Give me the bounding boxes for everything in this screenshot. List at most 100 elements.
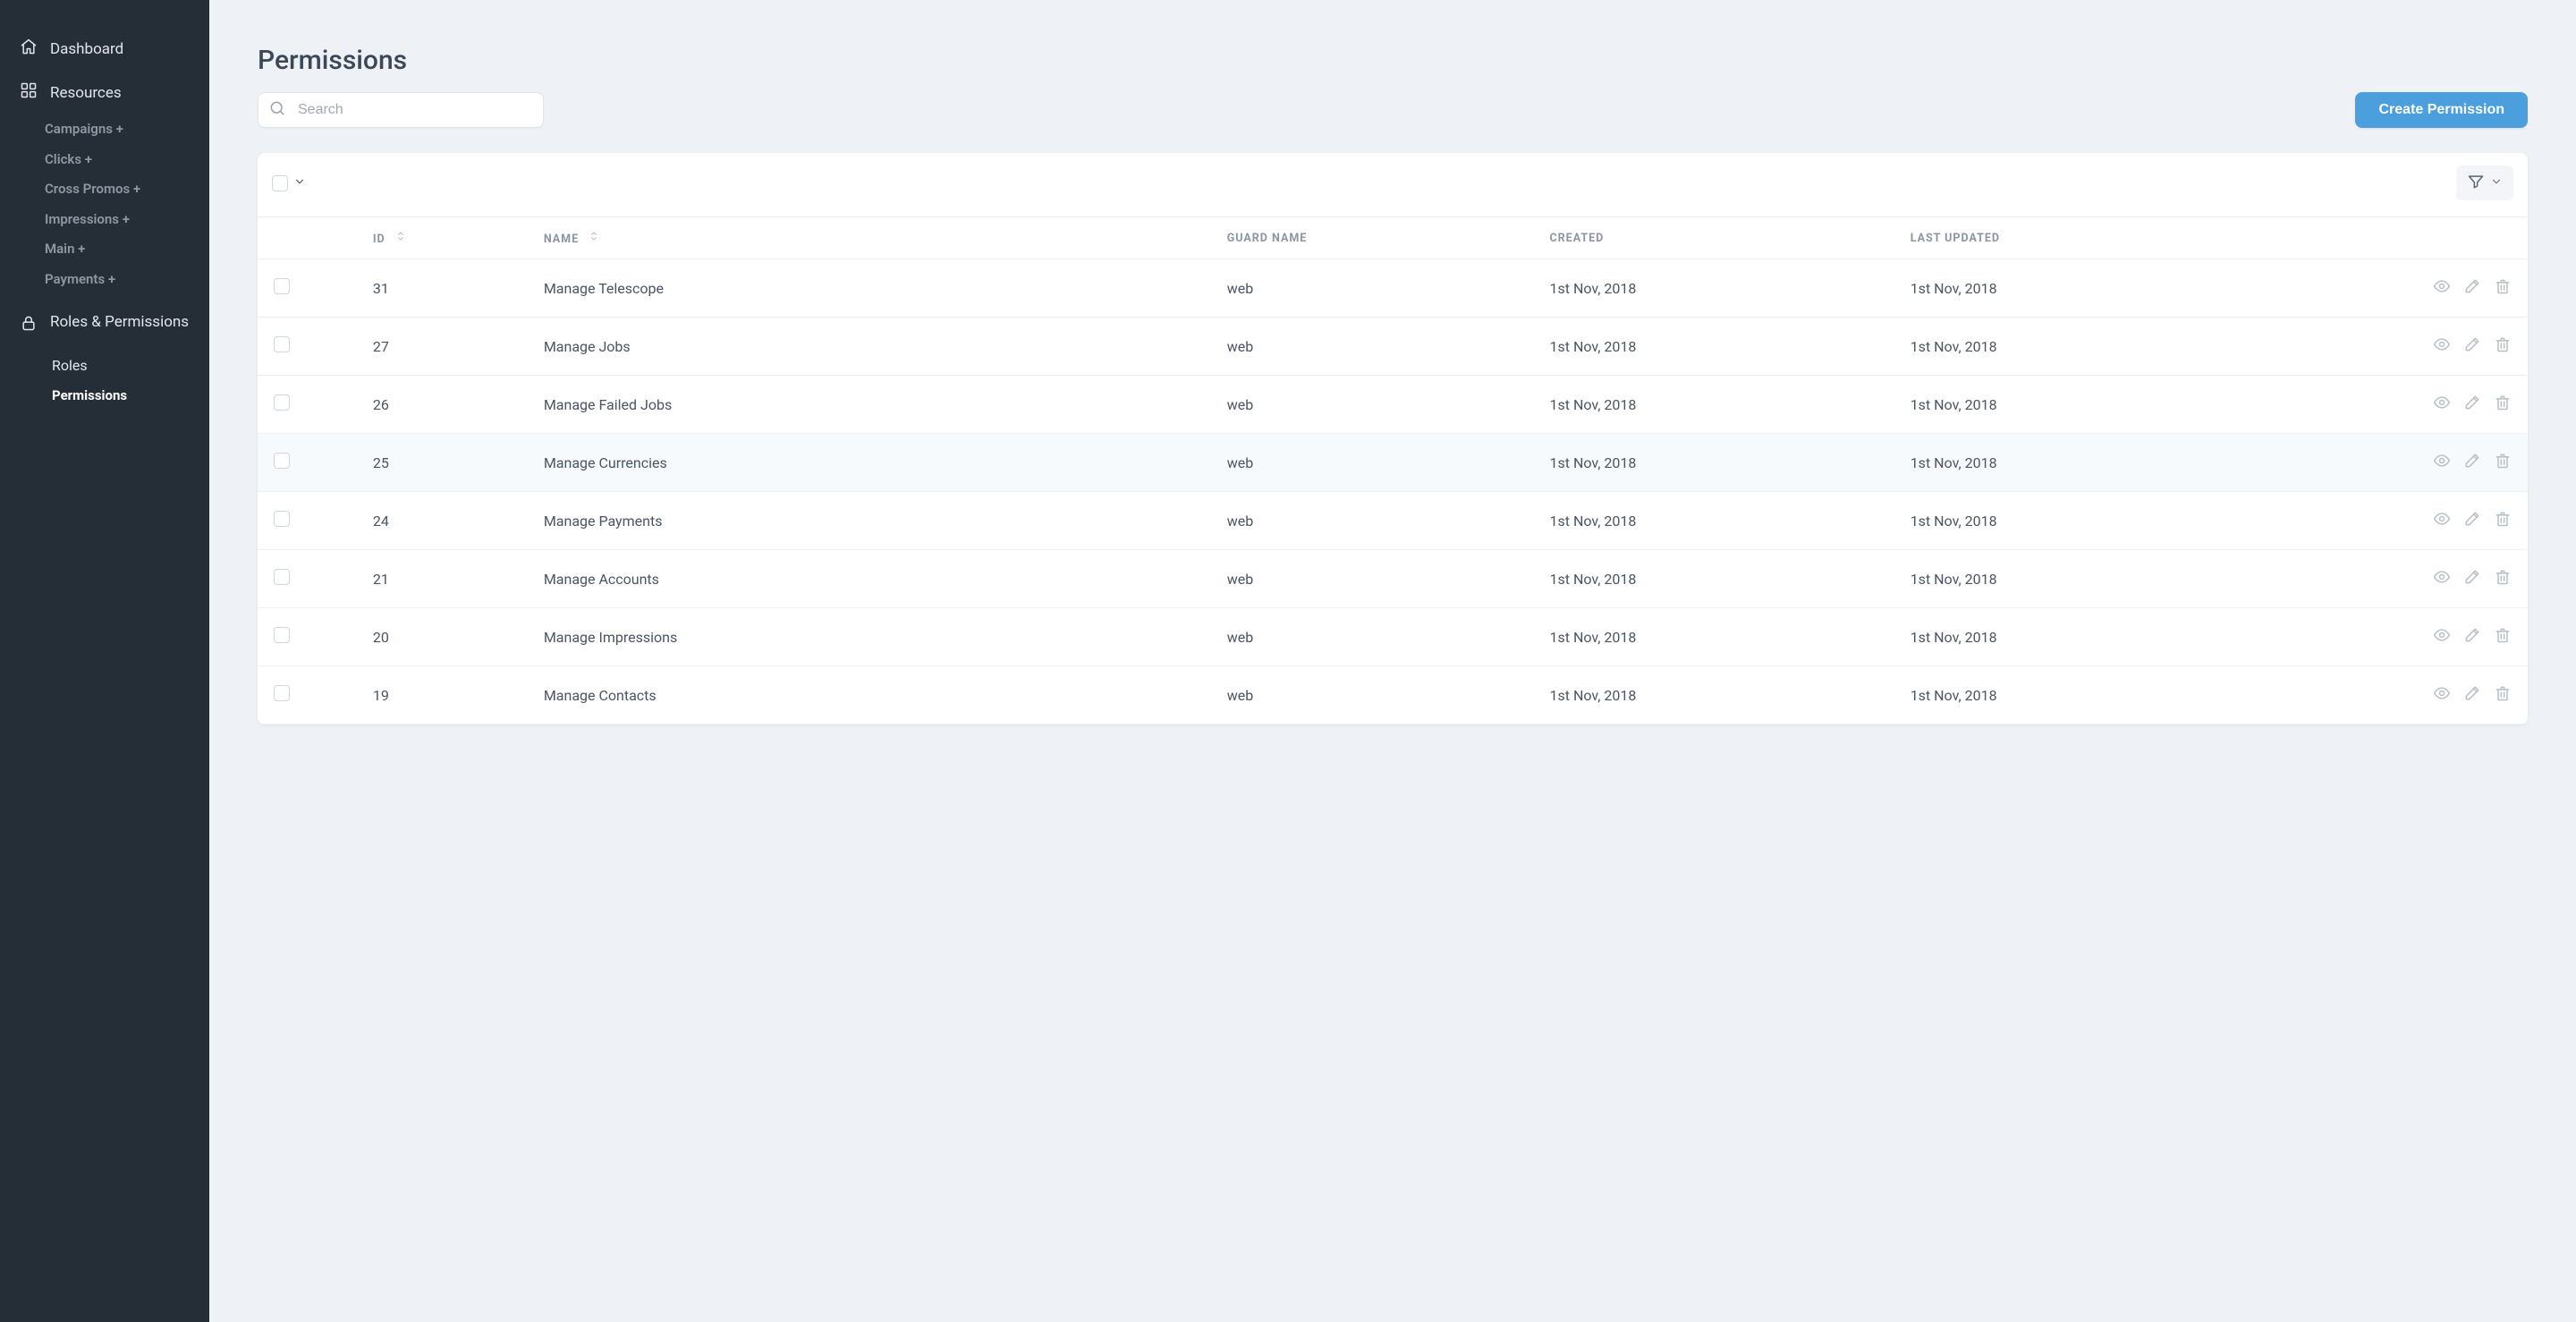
page-title: Permissions — [258, 45, 2528, 76]
row-checkbox[interactable] — [274, 569, 290, 585]
edit-icon[interactable] — [2463, 452, 2481, 473]
delete-icon[interactable] — [2494, 277, 2512, 299]
cell-updated: 1st Nov, 2018 — [1902, 492, 2262, 550]
row-checkbox[interactable] — [274, 453, 290, 469]
col-header-check — [258, 217, 364, 259]
card-toolbar — [258, 153, 2528, 216]
search-icon — [268, 99, 286, 121]
cell-guard: web — [1218, 666, 1541, 725]
create-permission-button[interactable]: Create Permission — [2355, 92, 2528, 128]
row-checkbox[interactable] — [274, 511, 290, 527]
sidebar-item-resources[interactable]: Resources — [0, 71, 209, 114]
row-checkbox[interactable] — [274, 278, 290, 294]
row-checkbox[interactable] — [274, 336, 290, 352]
edit-icon[interactable] — [2463, 510, 2481, 531]
row-checkbox[interactable] — [274, 627, 290, 643]
col-header-id[interactable]: ID — [364, 217, 535, 259]
cell-name: Manage Impressions — [535, 608, 1218, 666]
sidebar-sub-cross-promos[interactable]: Cross Promos + — [0, 174, 209, 205]
view-icon[interactable] — [2433, 277, 2451, 299]
cell-updated: 1st Nov, 2018 — [1902, 259, 2262, 318]
select-all-wrap — [272, 174, 306, 191]
table-row[interactable]: 19Manage Contactsweb1st Nov, 20181st Nov… — [258, 666, 2528, 725]
search-wrap — [258, 92, 544, 128]
cell-name: Manage Payments — [535, 492, 1218, 550]
cell-guard: web — [1218, 259, 1541, 318]
sidebar-sub-permissions[interactable]: Permissions — [0, 381, 209, 411]
delete-icon[interactable] — [2494, 626, 2512, 648]
main-content: Permissions Create Permission — [209, 0, 2576, 1322]
view-icon[interactable] — [2433, 510, 2451, 531]
cell-updated: 1st Nov, 2018 — [1902, 666, 2262, 725]
delete-icon[interactable] — [2494, 684, 2512, 706]
col-header-created: Created — [1541, 217, 1902, 259]
view-icon[interactable] — [2433, 394, 2451, 415]
cell-created: 1st Nov, 2018 — [1541, 259, 1902, 318]
row-checkbox[interactable] — [274, 685, 290, 701]
edit-icon[interactable] — [2463, 684, 2481, 706]
cell-created: 1st Nov, 2018 — [1541, 550, 1902, 608]
grid-icon — [20, 81, 38, 104]
cell-guard: web — [1218, 492, 1541, 550]
select-all-checkbox[interactable] — [272, 175, 288, 191]
table-row[interactable]: 21Manage Accountsweb1st Nov, 20181st Nov… — [258, 550, 2528, 608]
table-row[interactable]: 25Manage Currenciesweb1st Nov, 20181st N… — [258, 434, 2528, 492]
sidebar-item-roles-permissions[interactable]: Roles & Permissions — [0, 303, 209, 345]
view-icon[interactable] — [2433, 568, 2451, 589]
cell-id: 27 — [364, 318, 535, 376]
cell-created: 1st Nov, 2018 — [1541, 318, 1902, 376]
delete-icon[interactable] — [2494, 568, 2512, 589]
chevron-down-icon — [2490, 175, 2503, 191]
view-icon[interactable] — [2433, 335, 2451, 357]
sort-icon — [394, 230, 407, 246]
col-header-guard: Guard Name — [1218, 217, 1541, 259]
edit-icon[interactable] — [2463, 394, 2481, 415]
filter-button[interactable] — [2456, 165, 2513, 200]
search-input[interactable] — [258, 92, 544, 128]
sidebar-item-label: Roles & Permissions — [50, 312, 189, 332]
cell-created: 1st Nov, 2018 — [1541, 434, 1902, 492]
cell-id: 21 — [364, 550, 535, 608]
cell-id: 25 — [364, 434, 535, 492]
table-row[interactable]: 31Manage Telescopeweb1st Nov, 20181st No… — [258, 259, 2528, 318]
cell-guard: web — [1218, 376, 1541, 434]
toolbar: Create Permission — [258, 92, 2528, 128]
delete-icon[interactable] — [2494, 452, 2512, 473]
sidebar-sub-impressions[interactable]: Impressions + — [0, 205, 209, 235]
view-icon[interactable] — [2433, 626, 2451, 648]
sidebar-sub-clicks[interactable]: Clicks + — [0, 145, 209, 175]
lock-icon — [20, 312, 38, 336]
edit-icon[interactable] — [2463, 335, 2481, 357]
select-all-dropdown[interactable] — [293, 174, 306, 191]
col-header-name-label: Name — [544, 233, 579, 246]
cell-created: 1st Nov, 2018 — [1541, 492, 1902, 550]
cell-guard: web — [1218, 318, 1541, 376]
sidebar-sub-payments[interactable]: Payments + — [0, 265, 209, 295]
view-icon[interactable] — [2433, 452, 2451, 473]
row-checkbox[interactable] — [274, 394, 290, 411]
sidebar-item-dashboard[interactable]: Dashboard — [0, 27, 209, 71]
table-row[interactable]: 24Manage Paymentsweb1st Nov, 20181st Nov… — [258, 492, 2528, 550]
cell-name: Manage Failed Jobs — [535, 376, 1218, 434]
col-header-name[interactable]: Name — [535, 217, 1218, 259]
sidebar-sub-roles[interactable]: Roles — [0, 351, 209, 381]
sidebar-sub-campaigns[interactable]: Campaigns + — [0, 114, 209, 145]
delete-icon[interactable] — [2494, 510, 2512, 531]
view-icon[interactable] — [2433, 684, 2451, 706]
sidebar-sub-main[interactable]: Main + — [0, 234, 209, 265]
cell-updated: 1st Nov, 2018 — [1902, 318, 2262, 376]
cell-updated: 1st Nov, 2018 — [1902, 376, 2262, 434]
edit-icon[interactable] — [2463, 568, 2481, 589]
cell-id: 20 — [364, 608, 535, 666]
col-header-id-label: ID — [373, 233, 386, 246]
table-row[interactable]: 20Manage Impressionsweb1st Nov, 20181st … — [258, 608, 2528, 666]
edit-icon[interactable] — [2463, 277, 2481, 299]
sidebar: Dashboard Resources Campaigns + Clicks +… — [0, 0, 209, 1322]
edit-icon[interactable] — [2463, 626, 2481, 648]
delete-icon[interactable] — [2494, 394, 2512, 415]
table-row[interactable]: 27Manage Jobsweb1st Nov, 20181st Nov, 20… — [258, 318, 2528, 376]
sort-icon — [588, 230, 600, 246]
table-row[interactable]: 26Manage Failed Jobsweb1st Nov, 20181st … — [258, 376, 2528, 434]
delete-icon[interactable] — [2494, 335, 2512, 357]
col-header-actions — [2262, 217, 2528, 259]
